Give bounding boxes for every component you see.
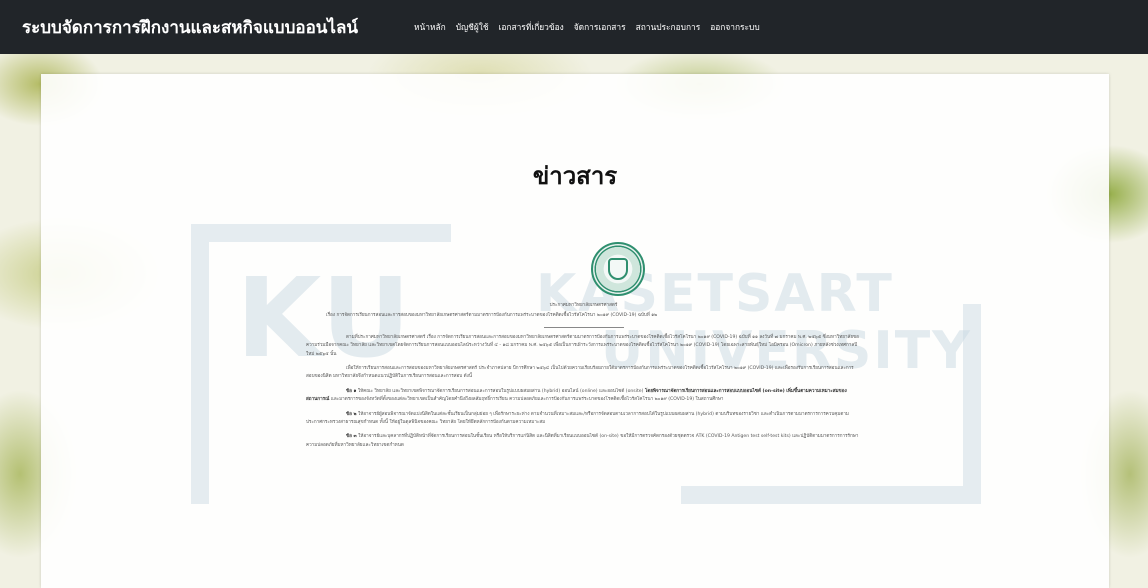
- divider: [543, 326, 624, 328]
- top-navbar: ระบบจัดการการฝึกงานและสหกิจแบบออนไลน์ หน…: [0, 0, 1148, 54]
- item-text: ให้คณะ วิทยาลัย และวิทยาเขตพิจารณาจัดการ…: [357, 388, 644, 394]
- brand-link[interactable]: ระบบจัดการการฝึกงานและสหกิจแบบออนไลน์: [22, 14, 358, 41]
- item-text: ให้อาจารย์ผู้สอนพิจารณาจัดแบ่งนิสิตในแต่…: [306, 411, 849, 426]
- nav-link-manage-documents[interactable]: จัดการเอกสาร: [574, 20, 626, 34]
- announcement-paragraph: เพื่อให้การเรียนการสอนและการสอบของมหาวิท…: [306, 366, 854, 380]
- item-text-rest: และมาตรการของจังหวัดที่ตั้งของแต่ละวิทยา…: [330, 397, 724, 403]
- news-card: KU KASETSART UNIVERSITY ข่าวสาร ประกาศมห…: [41, 74, 1109, 588]
- item-label: ข้อ ๓: [346, 434, 357, 440]
- item-text: ให้อาจารย์และบุคลากรที่ปฏิบัติหน้าที่จัด…: [306, 434, 859, 448]
- nav-links: หน้าหลัก บัญชีผู้ใช้ เอกสารที่เกี่ยวข้อง…: [414, 20, 760, 34]
- announcement-item-3: ข้อ ๓ ให้อาจารย์และบุคลากรที่ปฏิบัติหน้า…: [306, 433, 861, 450]
- announcement-subject: เรื่อง การจัดการเรียนการสอนและการสอบของม…: [326, 313, 658, 319]
- announcement-paragraph: ตามที่ประกาศมหาวิทยาลัยเกษตรศาสตร์ เรื่อ…: [306, 334, 859, 357]
- announcement-item-2: ข้อ ๒ ให้อาจารย์ผู้สอนพิจารณาจัดแบ่งนิสิ…: [306, 411, 861, 428]
- nav-link-logout[interactable]: ออกจากระบบ: [710, 20, 759, 34]
- nav-link-documents[interactable]: เอกสารที่เกี่ยวข้อง: [499, 20, 564, 34]
- item-label: ข้อ ๒: [346, 411, 357, 417]
- announcement-item-1: ข้อ ๑ ให้คณะ วิทยาลัย และวิทยาเขตพิจารณา…: [306, 388, 861, 405]
- announcement-heading: ประกาศมหาวิทยาลัยเกษตรศาสตร์: [549, 303, 618, 308]
- item-label: ข้อ ๑: [346, 388, 357, 394]
- nav-link-account[interactable]: บัญชีผู้ใช้: [456, 20, 489, 34]
- nav-link-home[interactable]: หน้าหลัก: [414, 20, 446, 34]
- page-title: ข่าวสาร: [532, 162, 618, 190]
- nav-link-companies[interactable]: สถานประกอบการ: [636, 20, 701, 34]
- seal-emblem: [608, 258, 628, 280]
- university-seal-icon: [591, 242, 645, 296]
- announcement-document: ประกาศมหาวิทยาลัยเกษตรศาสตร์ เรื่อง การจ…: [306, 242, 861, 588]
